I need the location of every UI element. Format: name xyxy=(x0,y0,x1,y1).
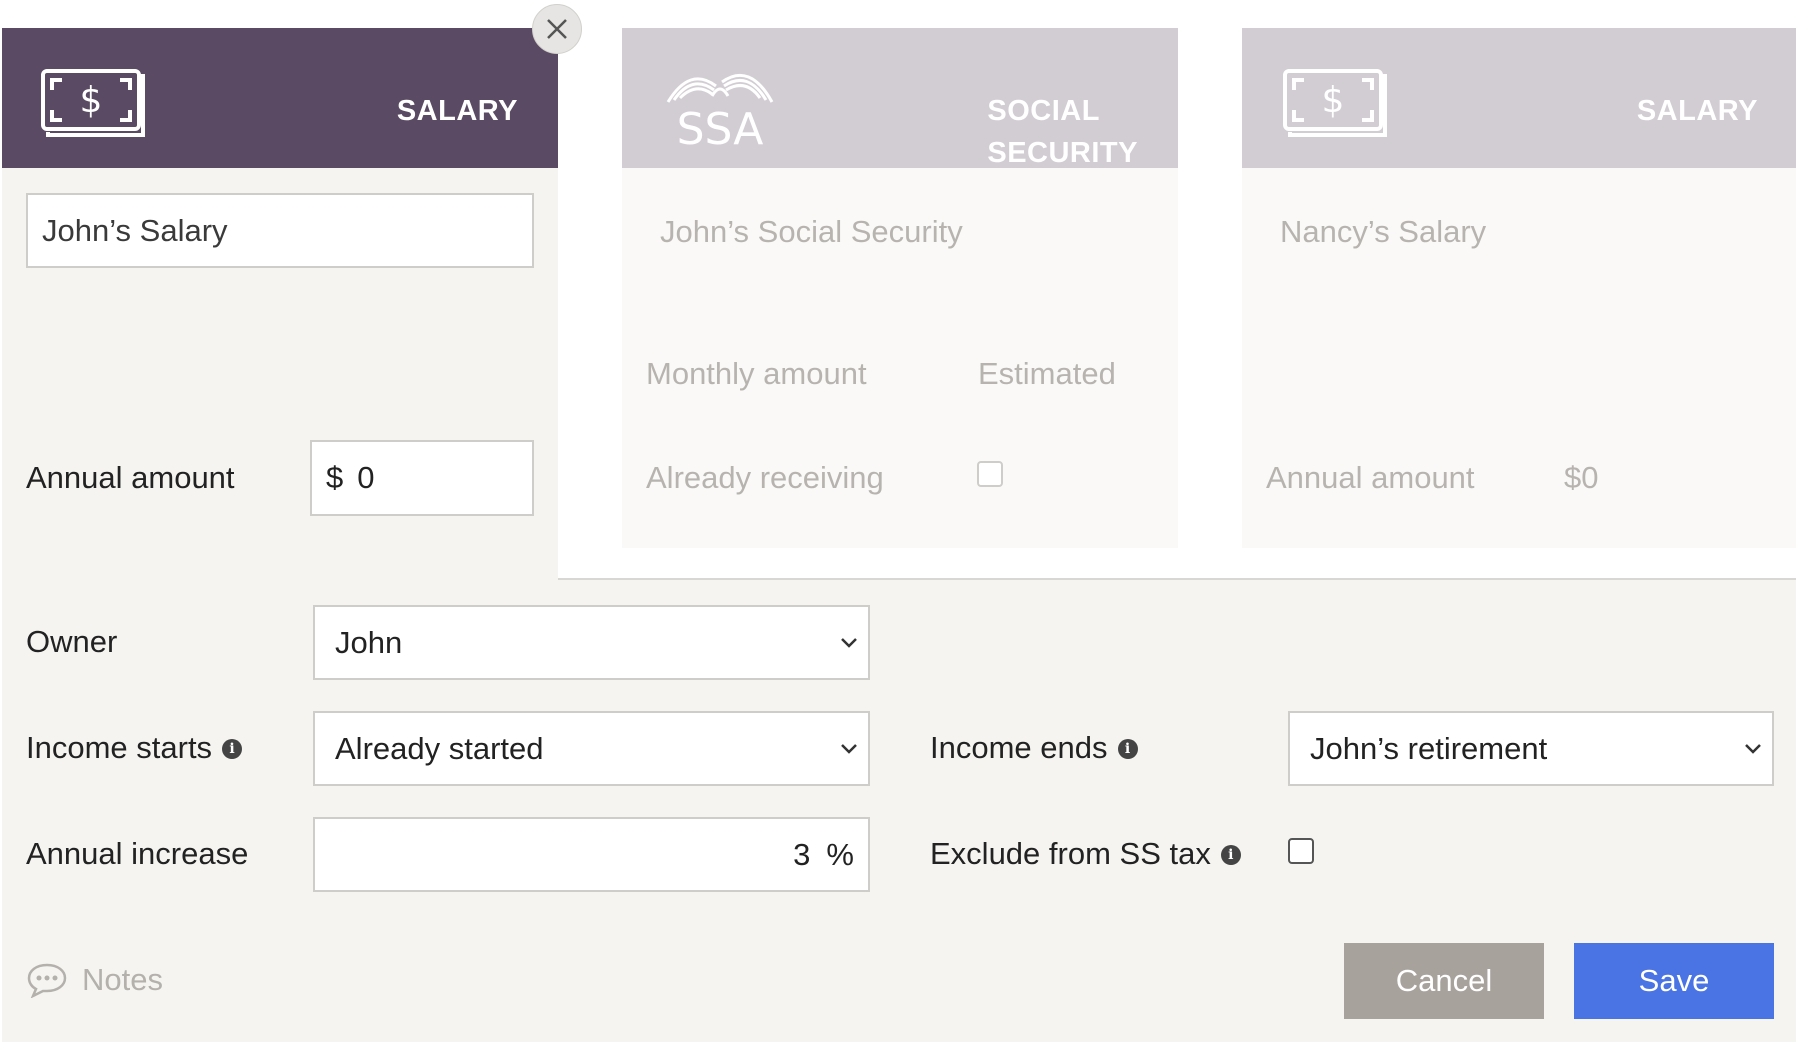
divider xyxy=(558,578,1796,580)
income-ends-label: Income ends i xyxy=(930,730,1138,766)
owner-select[interactable]: John xyxy=(313,605,870,680)
active-card-type-label: SALARY xyxy=(396,95,518,127)
exclude-ss-tax-checkbox[interactable] xyxy=(1288,838,1314,864)
income-starts-text: Income starts xyxy=(26,730,213,765)
already-receiving-label: Already receiving xyxy=(646,460,884,495)
annual-amount-input[interactable]: $ 0 xyxy=(310,440,534,516)
income-name-value: John’s Salary xyxy=(42,212,228,248)
exclude-ss-tax-label: Exclude from SS tax i xyxy=(930,836,1241,872)
income-ends-select[interactable]: John’s retirement xyxy=(1288,711,1774,786)
annual-increase-input[interactable]: 3 % xyxy=(313,817,870,892)
nancy-annual-amount-label: Annual amount xyxy=(1266,460,1475,495)
social-security-name: John’s Social Security xyxy=(660,214,963,249)
income-starts-value: Already started xyxy=(335,730,544,766)
svg-text:$: $ xyxy=(80,80,103,121)
monthly-amount-value: Estimated xyxy=(978,356,1116,391)
cancel-button[interactable]: Cancel xyxy=(1344,943,1544,1019)
chevron-down-icon xyxy=(841,637,857,648)
owner-value: John xyxy=(335,624,403,660)
ssa-logo-text: SSA xyxy=(677,104,764,151)
monthly-amount-label: Monthly amount xyxy=(646,356,867,391)
speech-bubble-icon xyxy=(27,963,67,998)
annual-increase-value: 3 xyxy=(793,836,811,872)
chevron-down-icon xyxy=(1745,743,1761,754)
nancy-salary-name: Nancy’s Salary xyxy=(1280,214,1487,249)
annual-amount-label: Annual amount xyxy=(26,460,235,495)
social-security-type-label-line1: SOCIAL xyxy=(987,95,1100,127)
ssa-eagle-logo-icon: SSA xyxy=(666,73,774,151)
nancy-salary-type-label: SALARY xyxy=(1636,95,1758,127)
info-icon[interactable]: i xyxy=(1117,738,1138,759)
income-ends-value: John’s retirement xyxy=(1310,730,1548,766)
percent-unit: % xyxy=(826,836,854,872)
annual-amount-value: 0 xyxy=(357,460,375,495)
notes-link[interactable]: Notes xyxy=(26,962,163,998)
svg-text:$: $ xyxy=(1322,80,1345,121)
already-receiving-checkbox[interactable] xyxy=(977,461,1003,487)
annual-increase-label: Annual increase xyxy=(26,836,249,871)
currency-prefix: $ xyxy=(326,460,344,495)
income-starts-select[interactable]: Already started xyxy=(313,711,870,786)
dollar-bill-icon: $ xyxy=(41,69,145,137)
income-ends-text: Income ends xyxy=(930,730,1108,765)
nancy-annual-amount-value: $0 xyxy=(1564,460,1599,495)
close-icon xyxy=(547,19,567,39)
close-button[interactable] xyxy=(532,4,582,54)
notes-label: Notes xyxy=(82,962,163,997)
chevron-down-icon xyxy=(841,743,857,754)
exclude-ss-tax-text: Exclude from SS tax xyxy=(930,836,1211,871)
info-icon[interactable]: i xyxy=(1220,844,1241,865)
dollar-bill-icon: $ xyxy=(1283,69,1387,137)
owner-label: Owner xyxy=(26,624,118,659)
info-icon[interactable]: i xyxy=(222,738,243,759)
save-button[interactable]: Save xyxy=(1574,943,1774,1019)
income-name-input[interactable]: John’s Salary xyxy=(26,193,534,268)
income-starts-label: Income starts i xyxy=(26,730,243,766)
